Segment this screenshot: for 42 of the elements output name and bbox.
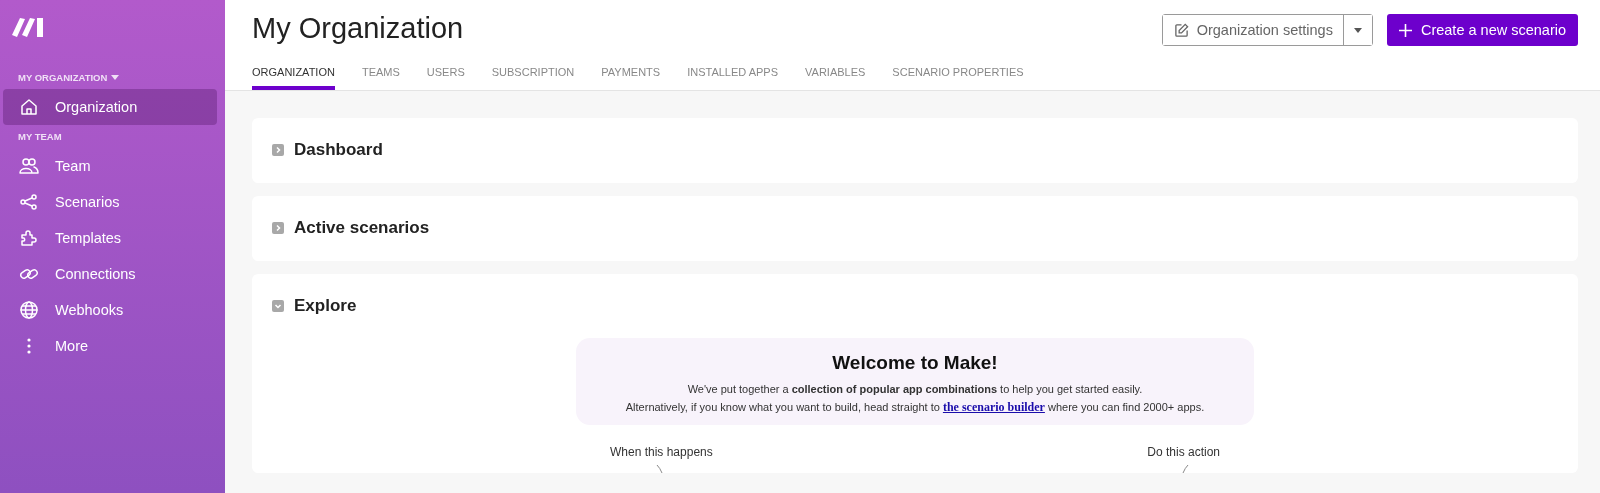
tab[interactable]: VARIABLES	[805, 66, 866, 90]
globe-icon	[19, 300, 39, 320]
caret-icon	[1353, 27, 1362, 33]
welcome-title: Welcome to Make!	[832, 352, 998, 374]
action-label: Do this action	[1147, 445, 1220, 459]
settings-button[interactable]: Organization settings	[1162, 15, 1344, 45]
nav-item[interactable]: Organization	[3, 89, 217, 125]
tab[interactable]: PAYMENTS	[601, 66, 661, 90]
page-title: My Organization	[252, 12, 464, 45]
welcome-text: We've put together a collection of popular app combinations to help you get started easily.	[687, 383, 1143, 395]
create-button[interactable]: Create a new scenario	[1386, 14, 1578, 46]
tab[interactable]: SUBSCRIPTION	[491, 66, 575, 90]
logo-icon	[12, 16, 44, 38]
nav-item[interactable]: Team	[3, 148, 217, 184]
puzzle-icon	[19, 228, 39, 248]
users-icon	[19, 156, 39, 176]
tab[interactable]: TEAMS	[361, 66, 400, 90]
nav-item[interactable]: Scenarios	[3, 184, 217, 220]
nav-item[interactable]: Connections	[3, 256, 217, 292]
more-icon	[27, 338, 31, 354]
chevron-down-icon[interactable]	[272, 300, 284, 312]
tab[interactable]: USERS	[426, 66, 465, 90]
chevron-right-icon[interactable]	[272, 144, 284, 156]
tab[interactable]: ORGANIZATION	[252, 66, 335, 90]
section-title[interactable]: Active scenarios	[294, 218, 430, 238]
welcome-text: Alternatively, if you know what you want to build, head straight to the scenario builder where you can find 2000+ apps.	[625, 400, 1205, 415]
tab[interactable]: SCENARIO PROPERTIES	[892, 66, 1024, 90]
scenario-builder-link[interactable]: the scenario builder	[942, 400, 1045, 414]
chevron-right-icon[interactable]	[272, 222, 284, 234]
trigger-label: When this happens	[610, 445, 713, 459]
section-label: MY TEAM	[18, 131, 62, 142]
plus-icon	[1398, 23, 1412, 37]
tab[interactable]: INSTALLED APPS	[687, 66, 779, 90]
home-icon	[19, 97, 39, 117]
caret-icon[interactable]	[111, 75, 120, 80]
edit-icon	[1173, 22, 1189, 38]
nav-item[interactable]: More	[3, 328, 217, 364]
section-title[interactable]: Explore	[294, 296, 357, 316]
nav-item[interactable]: Webhooks	[3, 292, 217, 328]
section-title[interactable]: Dashboard	[294, 140, 383, 160]
nav-item[interactable]: Templates	[3, 220, 217, 256]
share-icon	[19, 192, 39, 212]
